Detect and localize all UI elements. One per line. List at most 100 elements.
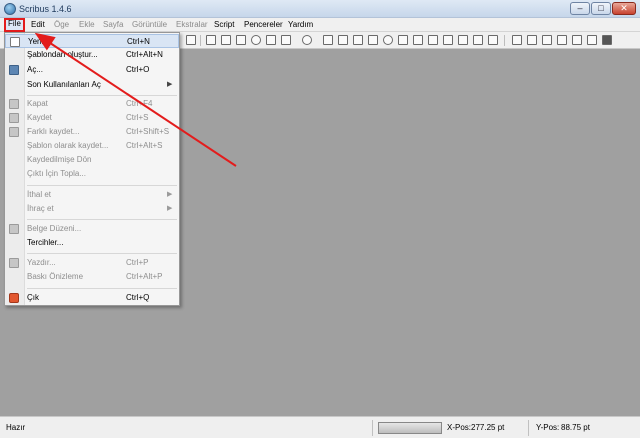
menu-item-kapat[interactable]: Kapat Ctrl+F4 [5,97,179,111]
unlink-frames-icon[interactable] [443,35,453,45]
table-icon[interactable] [266,35,276,45]
menu-item-kaydet[interactable]: Kaydet Ctrl+S [5,111,179,125]
freehand-icon[interactable] [353,35,363,45]
menu-item-farkli-kaydet[interactable]: Farklı kaydet... Ctrl+Shift+S [5,125,179,139]
menu-ekle[interactable]: Ekle [77,19,97,31]
menu-item-label: Yeni [28,37,44,46]
menu-item-label: Son Kullanılanları Aç [27,80,101,89]
pdf-link-annotation-icon[interactable] [602,35,612,45]
menu-goruntule[interactable]: Görüntüle [130,19,169,31]
quit-icon [9,293,19,303]
menu-item-ihrac-et[interactable]: İhraç et ▶ [5,202,179,216]
menu-item-shortcut: Ctrl+Alt+N [126,50,163,59]
menu-item-yeni[interactable]: Yeni Ctrl+N [5,34,179,48]
copy-properties-icon[interactable] [473,35,483,45]
window-title: Scribus 1.4.6 [19,4,72,14]
menu-item-label: Çık [27,293,39,302]
edit-contents-icon[interactable] [398,35,408,45]
menu-item-label: Baskı Önizleme [27,272,84,281]
menu-item-belge-duzeni[interactable]: Belge Düzeni... [5,222,179,236]
pdf-checkbox-icon[interactable] [542,35,552,45]
menu-item-label: Çıktı İçin Topla... [27,169,86,178]
menu-bar: File Edit Öge Ekle Sayfa Görüntüle Ekstr… [0,18,640,32]
menu-item-label: Kapat [27,99,48,108]
zoom-icon[interactable] [383,35,393,45]
menu-item-yazdir[interactable]: Yazdır... Ctrl+P [5,256,179,270]
menu-item-shortcut: Ctrl+S [126,113,149,122]
menu-separator [27,185,177,186]
rotate-icon[interactable] [368,35,378,45]
menu-separator [27,219,177,220]
link-frames-icon[interactable] [428,35,438,45]
menu-item-kaydedilmise-don[interactable]: Kaydedilmişe Dön [5,153,179,167]
menu-item-label: Kaydedilmişe Dön [27,155,92,164]
scribus-app-icon[interactable] [4,3,16,15]
file-menu-dropdown: Yeni Ctrl+N Şablondan oluştur... Ctrl+Al… [4,32,180,306]
pdf-annotation-icon[interactable] [587,35,597,45]
polygon-icon[interactable] [302,35,312,45]
menu-item-label: Şablon olarak kaydet... [27,141,109,150]
render-frame-icon[interactable] [251,35,261,45]
menu-file[interactable]: File [4,18,25,32]
menu-item-shortcut: Ctrl+Shift+S [126,127,170,136]
toolbar-separator [504,35,505,46]
menu-item-sablondan-olustur[interactable]: Şablondan oluştur... Ctrl+Alt+N [5,48,179,62]
toolbar-preflight-icon[interactable] [186,35,196,45]
pdf-combo-box-icon[interactable] [557,35,567,45]
menu-item-shortcut: Ctrl+N [127,37,150,46]
menu-script[interactable]: Script [212,19,236,31]
menu-item-baski-onizleme[interactable]: Baskı Önizleme Ctrl+Alt+P [5,270,179,284]
menu-separator [27,288,177,289]
document-setup-icon [9,224,19,234]
menu-item-label: Şablondan oluştur... [27,50,98,59]
menu-sayfa[interactable]: Sayfa [101,19,125,31]
menu-item-shortcut: Ctrl+Alt+S [126,141,163,150]
eyedropper-icon[interactable] [488,35,498,45]
print-icon [9,258,19,268]
menu-item-shortcut: Ctrl+P [126,258,149,267]
menu-item-cikti-icin-topla[interactable]: Çıktı İçin Topla... [5,167,179,181]
status-text: Hazır [6,423,26,432]
x-pos-value: 277.25 pt [471,423,505,432]
y-pos-value: 88.75 pt [561,423,590,432]
new-document-icon [10,37,20,47]
menu-edit[interactable]: Edit [29,19,47,31]
menu-item-label: İhraç et [27,204,54,213]
title-bar: Scribus 1.4.6 – □ ✕ [0,0,640,18]
menu-separator [27,95,177,96]
menu-item-shortcut: Ctrl+F4 [126,99,153,108]
pdf-list-box-icon[interactable] [572,35,582,45]
edit-text-icon[interactable] [413,35,423,45]
menu-item-tercihler[interactable]: Tercihler... [5,236,179,250]
pdf-push-button-icon[interactable] [512,35,522,45]
shape-icon[interactable] [281,35,291,45]
status-bar: Hazır X-Pos: 277.25 pt Y-Pos: 88.75 pt [0,416,640,438]
toolbar-separator [200,35,201,46]
bezier-icon[interactable] [338,35,348,45]
minimize-button[interactable]: – [570,2,590,15]
y-pos-label: Y-Pos: [536,423,560,432]
menu-item-shortcut: Ctrl+O [126,65,150,74]
line-icon[interactable] [323,35,333,45]
menu-item-sablon-olarak-kaydet[interactable]: Şablon olarak kaydet... Ctrl+Alt+S [5,139,179,153]
close-window-button[interactable]: ✕ [612,2,636,15]
menu-item-label: İthal et [27,190,52,199]
menu-item-label: Yazdır... [27,258,56,267]
menu-item-label: Tercihler... [27,238,64,247]
menu-item-son-kullanilanlar[interactable]: Son Kullanılanları Aç ▶ [5,78,179,92]
select-tool-icon[interactable] [206,35,216,45]
image-frame-icon[interactable] [236,35,246,45]
measure-icon[interactable] [458,35,468,45]
menu-pencereler[interactable]: Pencereler [242,19,285,31]
text-frame-icon[interactable] [221,35,231,45]
menu-item-ithal-et[interactable]: İthal et ▶ [5,188,179,202]
menu-item-ac[interactable]: Aç... Ctrl+O [5,63,179,77]
maximize-button[interactable]: □ [591,2,611,15]
status-separator [372,420,373,436]
menu-item-cik[interactable]: Çık Ctrl+Q [5,291,179,305]
menu-ekstralar[interactable]: Ekstralar [174,19,210,31]
submenu-arrow-icon: ▶ [167,205,173,212]
pdf-text-field-icon[interactable] [527,35,537,45]
menu-yardim[interactable]: Yardım [286,19,315,31]
menu-oge[interactable]: Öge [52,19,71,31]
